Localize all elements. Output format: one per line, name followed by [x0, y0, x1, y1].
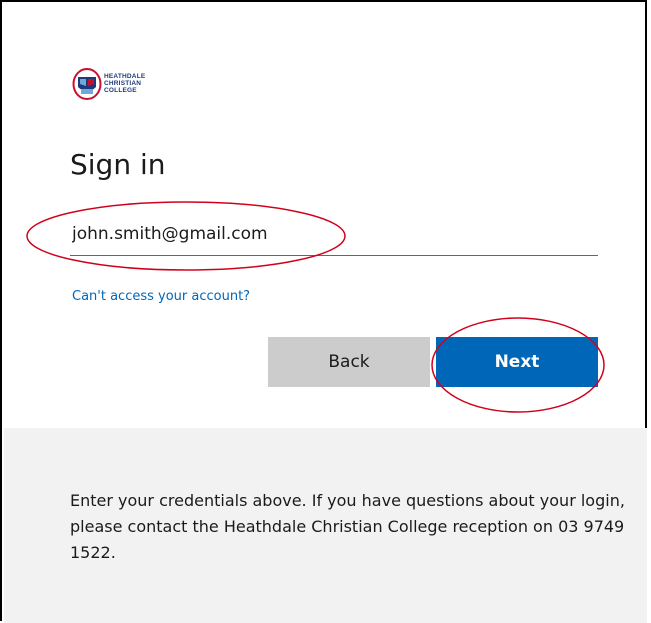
logo-text: HEATHDALE CHRISTIAN COLLEGE — [104, 73, 145, 94]
logo-line: HEATHDALE — [104, 73, 146, 80]
page-title: Sign in — [70, 148, 166, 181]
cant-access-account-link[interactable]: Can't access your account? — [72, 289, 250, 304]
footer-message: Enter your credentials above. If you hav… — [70, 491, 625, 562]
signin-window: HEATHDALE CHRISTIAN COLLEGE Sign in Can'… — [0, 0, 647, 623]
college-logo: HEATHDALE CHRISTIAN COLLEGE — [72, 68, 182, 102]
back-button[interactable]: Back — [268, 337, 430, 387]
email-field[interactable] — [70, 212, 598, 256]
logo-line: CHRISTIAN — [104, 80, 142, 87]
next-button[interactable]: Next — [436, 337, 598, 387]
school-crest-icon — [72, 68, 102, 100]
logo-line: COLLEGE — [104, 87, 137, 94]
footer-panel: Enter your credentials above. If you hav… — [4, 428, 647, 623]
